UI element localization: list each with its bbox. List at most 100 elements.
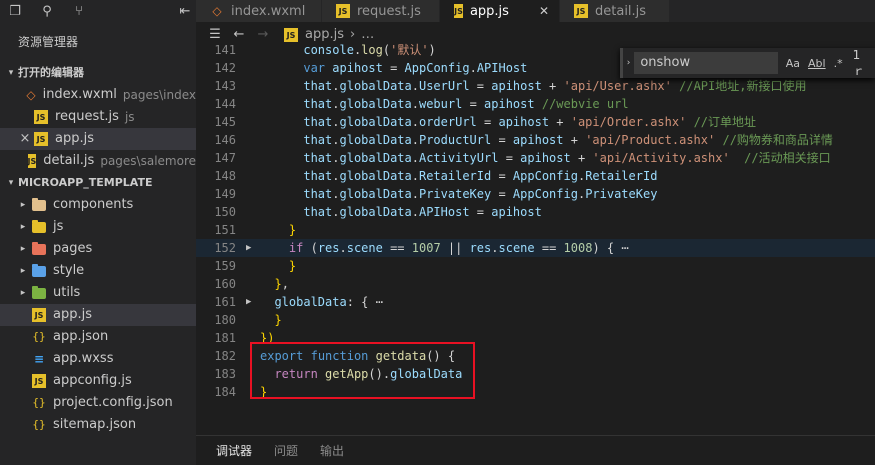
find-input[interactable]: onshow <box>634 52 778 74</box>
code-token: } <box>288 259 297 273</box>
code-token: log <box>361 43 383 57</box>
open-editor-item[interactable]: ◇ index.wxml pages\index <box>0 84 196 106</box>
code-token: + <box>570 151 593 165</box>
file-item[interactable]: {} app.json <box>0 326 196 348</box>
code-text: } <box>260 257 296 275</box>
files-icon[interactable]: ❐ <box>8 4 22 19</box>
code-line[interactable]: 151 } <box>196 221 875 239</box>
panel-tab[interactable]: 输出 <box>320 436 344 465</box>
forward-arrow-icon[interactable]: → <box>254 27 272 42</box>
code-token: . <box>411 97 419 111</box>
code-line[interactable]: 146 that.globalData.ProductUrl = apihost… <box>196 131 875 149</box>
code-token: PrivateKey <box>418 187 492 201</box>
file-item[interactable]: ≡ app.wxss <box>0 348 196 370</box>
xml-file-icon: ◇ <box>212 4 222 18</box>
whole-word-toggle[interactable]: Abl <box>808 57 826 70</box>
line-number: 184 <box>214 385 236 399</box>
code-token: ProductUrl <box>418 133 492 147</box>
split-icon[interactable]: ⇤ <box>178 4 192 19</box>
code-token: var <box>303 61 326 75</box>
open-editors-header[interactable]: ▾ 打开的编辑器 <box>0 62 196 84</box>
match-case-toggle[interactable]: Aa <box>786 57 800 70</box>
js-file-icon: JS <box>34 110 48 124</box>
project-header[interactable]: ▾ MICROAPP_TEMPLATE <box>0 172 196 194</box>
code-token: APIHost <box>476 61 528 75</box>
js-file-icon: JS <box>454 4 463 18</box>
fold-arrow-icon[interactable]: ▶ <box>246 239 251 257</box>
folder-item[interactable]: ▸ components <box>0 194 196 216</box>
code-text: var apihost = AppConfig.APIHost <box>260 59 527 77</box>
breadcrumb-rest[interactable]: … <box>361 27 374 42</box>
code-line[interactable]: 148 that.globalData.RetailerId = AppConf… <box>196 167 875 185</box>
code-line[interactable]: 145 that.globalData.orderUrl = apihost +… <box>196 113 875 131</box>
file-item[interactable]: JS appconfig.js <box>0 370 196 392</box>
search-icon[interactable]: ⚲ <box>40 4 54 19</box>
code-token: . <box>411 133 419 147</box>
folder-item[interactable]: ▸ pages <box>0 238 196 260</box>
folder-item[interactable]: ▸ style <box>0 260 196 282</box>
open-editor-item[interactable]: JS request.js js <box>0 106 196 128</box>
close-icon[interactable]: ✕ <box>539 4 549 18</box>
code-token: AppConfig <box>512 169 578 183</box>
code-line[interactable]: 143 that.globalData.UserUrl = apihost + … <box>196 77 875 95</box>
code-token: 'api/Product.ashx' <box>585 133 716 147</box>
code-text: }, <box>260 275 288 293</box>
open-editor-item[interactable]: × JS app.js <box>0 128 196 150</box>
panel-tab[interactable]: 调试器 <box>216 436 253 465</box>
code-line[interactable]: 161 ▶ globalData: { ⋯ <box>196 293 875 311</box>
chevron-down-icon: ▾ <box>8 178 14 188</box>
close-icon[interactable]: × <box>18 128 32 150</box>
editor-tabs: ◇ index.wxml JS request.js JS app.js ✕ JS detail… <box>196 0 875 22</box>
panel-tab[interactable]: 问题 <box>274 436 298 465</box>
code-line[interactable]: 160 }, <box>196 275 875 293</box>
code-line[interactable]: 159 } <box>196 257 875 275</box>
tab-app-js[interactable]: JS app.js ✕ <box>440 0 560 22</box>
code-token: console <box>303 43 354 57</box>
folder-item[interactable]: ▸ utils <box>0 282 196 304</box>
code-token: || <box>440 241 470 255</box>
code-token: = <box>491 187 513 201</box>
code-line[interactable]: 152 ▶ if (res.scene == 1007 || res.scene … <box>196 239 875 257</box>
line-number: 160 <box>214 277 236 291</box>
tab-request-js[interactable]: JS request.js <box>322 0 440 22</box>
code-token: apihost <box>498 115 550 129</box>
code-token: . <box>411 79 419 93</box>
folder-item[interactable]: ▸ js <box>0 216 196 238</box>
fold-arrow-icon[interactable]: ▶ <box>246 293 251 311</box>
file-item[interactable]: JS app.js <box>0 304 196 326</box>
code-token: } <box>274 313 282 327</box>
chevron-right-icon: ▸ <box>20 266 26 276</box>
find-widget: › onshow Aa Abl .* 1 ｒ <box>620 48 875 78</box>
code-line[interactable]: 149 that.globalData.PrivateKey = AppConf… <box>196 185 875 203</box>
open-editor-item[interactable]: JS detail.js pages\salemore <box>0 150 196 172</box>
code-text: that.globalData.PrivateKey = AppConfig.P… <box>260 185 657 203</box>
source-control-icon[interactable]: ⑂ <box>72 4 86 19</box>
file-label: app.wxss <box>53 351 114 366</box>
code-line[interactable]: 147 that.globalData.ActivityUrl = apihos… <box>196 149 875 167</box>
list-icon[interactable]: ☰ <box>206 27 224 42</box>
code-token: = <box>498 151 521 165</box>
code-token: . <box>491 241 499 255</box>
tab-index-wxml[interactable]: ◇ index.wxml <box>196 0 322 22</box>
regex-toggle[interactable]: .* <box>834 57 843 70</box>
folder-icon <box>32 263 46 277</box>
code-token: . <box>411 205 419 219</box>
file-item[interactable]: {} project.config.json <box>0 392 196 414</box>
tab-detail-js[interactable]: JS detail.js <box>560 0 670 22</box>
file-item[interactable]: {} sitemap.json <box>0 414 196 436</box>
back-arrow-icon[interactable]: ← <box>230 27 248 42</box>
code-token: + <box>563 133 586 147</box>
tab-label: detail.js <box>595 3 647 19</box>
code-line[interactable]: 150 that.globalData.APIHost = apihost <box>196 203 875 221</box>
code-token: //购物券和商品详情 <box>722 133 833 147</box>
breadcrumb-file[interactable]: app.js <box>305 27 344 42</box>
code-line[interactable]: 180 } <box>196 311 875 329</box>
chevron-right-icon[interactable]: › <box>623 58 634 68</box>
code-token: globalData <box>274 295 347 309</box>
code-line[interactable]: 144 that.globalData.weburl = apihost //w… <box>196 95 875 113</box>
folder-icon <box>32 219 46 233</box>
